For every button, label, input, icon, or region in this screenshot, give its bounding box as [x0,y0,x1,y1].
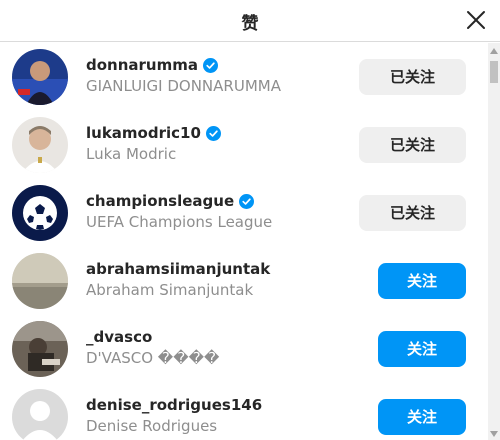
likes-dialog: 赞 donnarumma GIANLUIGI DONNARUMMA 已关注 lu… [0,0,500,440]
full-name: Luka Modric [86,145,177,163]
scroll-down-arrow-icon[interactable] [488,426,500,440]
list-item: denise_rodrigues146 Denise Rodrigues 关注 [0,383,488,440]
username[interactable]: abrahamsiimanjuntak [86,260,270,279]
list-item: abrahamsiimanjuntak Abraham Simanjuntak … [0,247,488,315]
avatar[interactable] [12,389,68,440]
dialog-title: 赞 [241,14,259,34]
following-button[interactable]: 已关注 [359,195,466,231]
scroll-up-arrow-icon[interactable] [488,43,500,57]
list-item: championsleague UEFA Champions League 已关… [0,179,488,247]
verified-badge-icon [205,126,221,141]
full-name: UEFA Champions League [86,213,273,231]
avatar[interactable] [12,185,68,241]
avatar[interactable] [12,117,68,173]
dialog-header: 赞 [0,0,500,42]
follow-button[interactable]: 关注 [378,331,466,367]
list-item: _dvasco D'VASCO ���� 关注 [0,315,488,383]
full-name: Denise Rodrigues [86,417,218,435]
following-button[interactable]: 已关注 [359,59,466,95]
follow-button[interactable]: 关注 [378,263,466,299]
full-name: Abraham Simanjuntak [86,281,254,299]
username[interactable]: donnarumma [86,56,198,75]
follow-button[interactable]: 关注 [378,399,466,435]
verified-badge-icon [239,194,255,209]
scrollbar[interactable] [488,43,500,440]
full-name: GIANLUIGI DONNARUMMA [86,77,281,95]
avatar[interactable] [12,49,68,105]
avatar[interactable] [12,253,68,309]
username[interactable]: championsleague [86,192,234,211]
username[interactable]: lukamodric10 [86,124,201,143]
list-item: lukamodric10 Luka Modric 已关注 [0,111,488,179]
verified-badge-icon [202,58,218,73]
following-button[interactable]: 已关注 [359,127,466,163]
list-item: donnarumma GIANLUIGI DONNARUMMA 已关注 [0,43,488,111]
username[interactable]: denise_rodrigues146 [86,396,262,415]
close-icon[interactable] [464,8,488,32]
username[interactable]: _dvasco [86,328,152,347]
likes-list: donnarumma GIANLUIGI DONNARUMMA 已关注 luka… [0,43,488,440]
full-name: D'VASCO ���� [86,349,220,367]
avatar[interactable] [12,321,68,377]
scroll-thumb[interactable] [490,61,498,83]
